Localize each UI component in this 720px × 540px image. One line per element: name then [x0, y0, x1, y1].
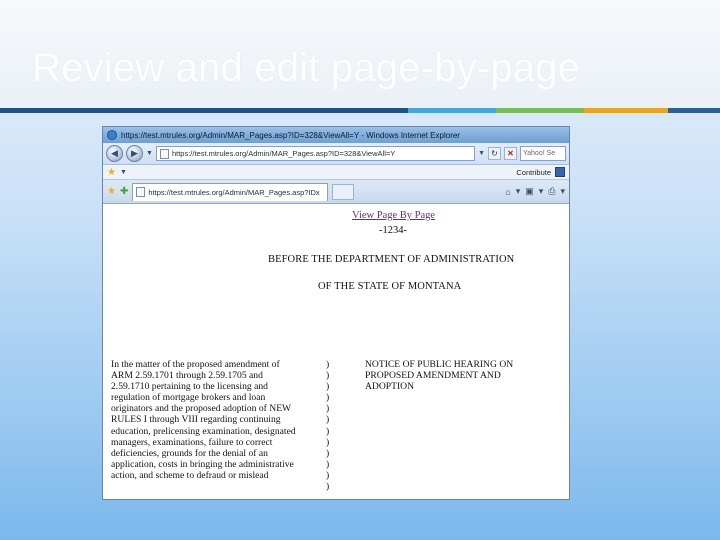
address-text[interactable]: https://test.mtrules.org/Admin/MAR_Pages…: [172, 149, 395, 158]
matter-line: In the matter of the proposed amendment …: [111, 359, 280, 370]
matter-line: 2.59.1710 pertaining to the licensing an…: [111, 381, 268, 393]
accent-segment: [0, 108, 408, 113]
notice-block: NOTICE OF PUBLIC HEARING ON PROPOSED AME…: [365, 359, 565, 392]
address-dropdown-icon[interactable]: ▼: [478, 150, 485, 157]
matter-line: education, prelicensing examination, des…: [111, 425, 296, 437]
accent-segment: [408, 108, 496, 113]
rss-icon[interactable]: ▣: [525, 186, 534, 197]
home-icon[interactable]: ⌂: [505, 187, 510, 197]
browser-titlebar: https://test.mtrules.org/Admin/MAR_Pages…: [103, 127, 569, 143]
print-icon[interactable]: ⎙: [548, 186, 555, 197]
accent-segment: [496, 108, 584, 113]
home-dropdown-icon[interactable]: ▾: [516, 186, 521, 197]
slide-title: Review and edit page-by-page: [32, 46, 581, 90]
paren: ): [326, 414, 330, 426]
new-tab-button[interactable]: [332, 183, 355, 200]
stop-icon[interactable]: ✕: [504, 147, 517, 160]
search-input[interactable]: Yahoo! Se: [520, 146, 566, 161]
tab-bar: ★ ✚ https://test.mtrules.org/Admin/MAR_P…: [103, 180, 569, 204]
matter-line: deficiencies, grounds for the denial of …: [111, 447, 268, 459]
notice-line: NOTICE OF PUBLIC HEARING ON: [365, 359, 514, 370]
history-dropdown-icon[interactable]: ▼: [146, 150, 153, 157]
window-title: https://test.mtrules.org/Admin/MAR_Pages…: [121, 130, 460, 140]
command-bar: ⌂ ▾ ▣ ▾ ⎙ ▾: [505, 186, 565, 197]
view-page-by-page-link[interactable]: View Page By Page: [352, 210, 435, 221]
matter-line: ARM 2.59.1701 through 2.59.1705 and: [111, 370, 263, 382]
accent-segment: [584, 108, 668, 113]
address-bar[interactable]: https://test.mtrules.org/Admin/MAR_Pages…: [155, 146, 476, 161]
paren: ): [326, 436, 330, 448]
feeds-dropdown-icon[interactable]: ▾: [539, 186, 544, 197]
document-number: -1234-: [379, 225, 407, 236]
star-icon[interactable]: ★: [107, 167, 116, 178]
document-content: View Page By Page -1234- BEFORE THE DEPA…: [103, 204, 569, 492]
paren: ): [326, 458, 330, 470]
refresh-icon[interactable]: ↻: [488, 147, 501, 160]
paren: ): [326, 359, 330, 370]
links-dropdown-icon[interactable]: ▼: [120, 169, 127, 176]
accent-bar: [0, 108, 720, 113]
paren: ): [326, 381, 330, 393]
accent-segment: [668, 108, 720, 113]
paren: ): [326, 370, 330, 382]
matter-line: managers, examinations, failure to corre…: [111, 436, 273, 448]
browser-screenshot: https://test.mtrules.org/Admin/MAR_Pages…: [102, 126, 570, 500]
contribute-label[interactable]: Contribute: [516, 168, 551, 177]
department-heading: BEFORE THE DEPARTMENT OF ADMINISTRATION: [268, 254, 515, 265]
contribute-icon[interactable]: [555, 167, 565, 177]
paren: ): [326, 469, 330, 481]
paren: ): [326, 481, 330, 493]
ie-logo-icon: [107, 130, 117, 140]
print-dropdown-icon[interactable]: ▾: [560, 186, 565, 197]
paren: ): [326, 392, 330, 404]
paren: ): [326, 425, 330, 437]
matter-line: RULES I through VIII regarding continuin…: [111, 414, 281, 426]
contribute-toolbar[interactable]: Contribute: [516, 167, 565, 177]
page-icon: [159, 148, 169, 159]
matter-line: regulation of mortgage brokers and loan: [111, 392, 266, 404]
matter-line: originators and the proposed adoption of…: [111, 403, 292, 415]
links-bar: ★ ▼ Contribute: [103, 165, 569, 180]
matter-line: action, and scheme to defraud or mislead: [111, 469, 269, 481]
notice-line: ADOPTION: [365, 381, 415, 393]
favorites-star-icon[interactable]: ★: [107, 186, 116, 197]
paren-column: ) ) ) ) ) ) ) ) ) ) ) ): [326, 359, 329, 492]
matter-block: In the matter of the proposed amendment …: [111, 359, 316, 481]
tab-label: https://test.mtrules.org/Admin/MAR_Pages…: [148, 187, 320, 197]
add-favorites-icon[interactable]: ✚: [120, 186, 128, 197]
paren: ): [326, 447, 330, 459]
forward-arrow-icon[interactable]: ▶: [126, 145, 143, 162]
page-icon: [136, 187, 146, 197]
tab-current-page[interactable]: https://test.mtrules.org/Admin/MAR_Pages…: [132, 182, 329, 201]
back-arrow-icon[interactable]: ◀: [106, 145, 123, 162]
notice-line: PROPOSED AMENDMENT AND: [365, 370, 501, 382]
state-heading: OF THE STATE OF MONTANA: [318, 281, 462, 292]
matter-line: application, costs in bringing the admin…: [111, 458, 294, 470]
paren: ): [326, 403, 330, 415]
browser-navbar: ◀ ▶ ▼ https://test.mtrules.org/Admin/MAR…: [103, 143, 569, 165]
